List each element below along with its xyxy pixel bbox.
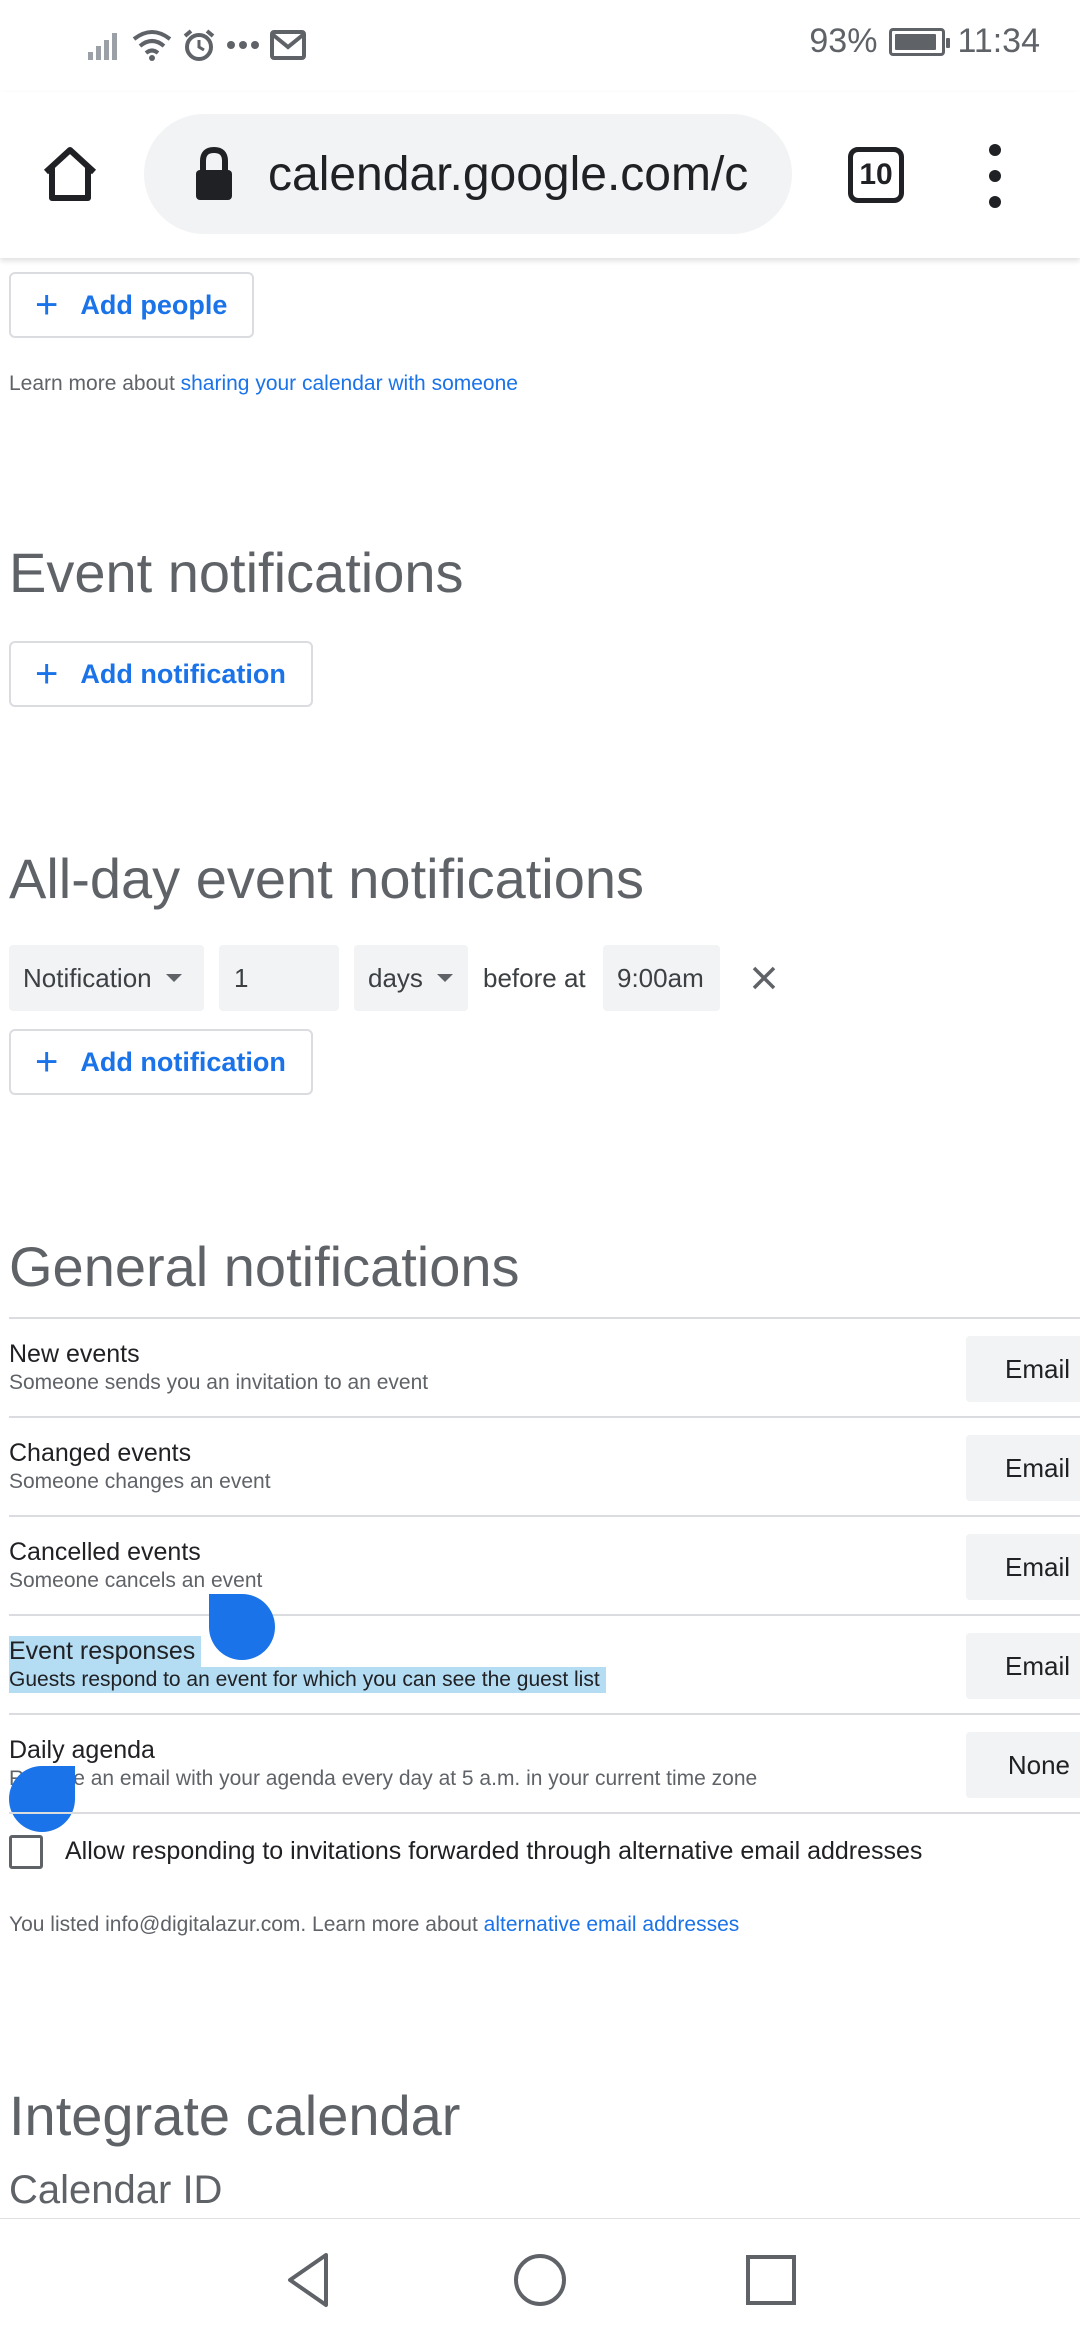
add-people-label: Add people xyxy=(80,289,228,320)
notification-time-input[interactable]: 9:00am xyxy=(603,945,720,1011)
cancelled-events-method-select[interactable]: Email xyxy=(966,1534,1080,1600)
cancelled-events-method-value: Email xyxy=(1004,1551,1070,1582)
event-responses-method-value: Email xyxy=(1004,1650,1070,1681)
divider xyxy=(9,1713,1080,1715)
new-events-method-select[interactable]: Email xyxy=(966,1336,1080,1402)
plus-icon: + xyxy=(35,283,59,327)
alternative-email-info-prefix: You listed info@digitalazur.com. Learn m… xyxy=(9,1913,484,1936)
cancelled-events-subtitle: Someone cancels an event xyxy=(9,1569,263,1592)
selection-handle-end[interactable] xyxy=(9,1766,75,1832)
battery-icon xyxy=(889,27,951,56)
new-events-title: New events xyxy=(9,1340,140,1368)
home-icon[interactable] xyxy=(38,142,102,206)
plus-icon: + xyxy=(35,652,59,696)
divider xyxy=(9,1317,1080,1319)
wifi-icon xyxy=(132,30,172,61)
alarm-icon xyxy=(183,29,215,61)
clock: 11:34 xyxy=(957,22,1040,60)
notification-type-value: Notification xyxy=(23,962,152,993)
chevron-down-icon xyxy=(436,974,453,982)
event-responses-subtitle: Guests respond to an event for which you… xyxy=(9,1667,606,1693)
add-notification-label: Add notification xyxy=(80,658,286,689)
new-events-subtitle: Someone sends you an invitation to an ev… xyxy=(9,1371,429,1394)
notification-unit-value: days xyxy=(368,962,423,993)
browser-toolbar: calendar.google.com/c 10 xyxy=(0,92,1080,258)
integrate-calendar-title: Integrate calendar xyxy=(9,2084,461,2147)
back-icon[interactable] xyxy=(278,2249,340,2311)
changed-events-title: Changed events xyxy=(9,1439,192,1467)
menu-dot xyxy=(989,144,1001,156)
notification-time-value: 9:00am xyxy=(617,962,704,993)
tab-count: 10 xyxy=(859,158,893,191)
event-responses-title: Event responses xyxy=(9,1636,202,1667)
general-notifications-title: General notifications xyxy=(9,1235,520,1298)
overflow-menu-icon[interactable] xyxy=(985,144,1005,208)
selected-text: Guests respond to an event for which you… xyxy=(9,1667,606,1693)
daily-agenda-subtitle: Receive an email with your agenda every … xyxy=(9,1767,758,1790)
notification-amount-value: 1 xyxy=(234,962,249,993)
menu-dot xyxy=(989,170,1001,182)
before-at-label: before at xyxy=(483,963,586,993)
lock-icon xyxy=(196,146,232,200)
status-right: 93% 11:34 xyxy=(809,22,1040,61)
plus-icon: + xyxy=(35,1040,59,1084)
home-nav-icon[interactable] xyxy=(509,2249,571,2311)
chevron-down-icon xyxy=(165,974,182,982)
changed-events-method-value: Email xyxy=(1004,1452,1070,1483)
url-text: calendar.google.com/c xyxy=(268,147,749,201)
daily-agenda-method-select[interactable]: None xyxy=(966,1732,1080,1798)
notification-amount-input[interactable]: 1 xyxy=(219,945,339,1011)
event-notifications-title: Event notifications xyxy=(9,541,464,604)
battery-level xyxy=(895,33,937,50)
system-navigation-bar xyxy=(0,2218,1080,2340)
add-event-notification-button[interactable]: + Add notification xyxy=(9,641,313,707)
close-icon[interactable] xyxy=(751,965,777,991)
event-responses-method-select[interactable]: Email xyxy=(966,1633,1080,1699)
signal-icon xyxy=(88,33,117,60)
alternative-email-checkbox-label: Allow responding to invitations forwarde… xyxy=(65,1837,923,1865)
tab-switcher-icon[interactable]: 10 xyxy=(848,147,904,203)
more-notifications-icon xyxy=(227,41,259,49)
alternative-email-info: You listed info@digitalazur.com. Learn m… xyxy=(9,1913,739,1937)
settings-content: + Add people Learn more about sharing yo… xyxy=(0,258,1080,2218)
status-icons xyxy=(88,28,306,62)
sharing-help-prefix: Learn more about xyxy=(9,372,181,395)
changed-events-subtitle: Someone changes an event xyxy=(9,1470,271,1493)
address-bar[interactable]: calendar.google.com/c xyxy=(144,114,792,234)
mail-icon xyxy=(270,30,306,60)
alternative-email-checkbox[interactable] xyxy=(9,1835,43,1869)
notification-type-select[interactable]: Notification xyxy=(9,945,204,1011)
selected-text: Event responses xyxy=(9,1636,202,1667)
sharing-help-text: Learn more about sharing your calendar w… xyxy=(9,372,518,396)
changed-events-method-select[interactable]: Email xyxy=(966,1435,1080,1501)
divider xyxy=(9,1416,1080,1418)
calendar-id-label: Calendar ID xyxy=(9,2168,223,2212)
new-events-method-value: Email xyxy=(1004,1353,1070,1384)
add-people-button[interactable]: + Add people xyxy=(9,272,254,338)
daily-agenda-title: Daily agenda xyxy=(9,1736,155,1764)
cancelled-events-title: Cancelled events xyxy=(9,1538,201,1566)
add-allday-notification-button[interactable]: + Add notification xyxy=(9,1029,313,1095)
add-notification-label: Add notification xyxy=(80,1046,286,1077)
divider xyxy=(9,1515,1080,1517)
selection-handle-start[interactable] xyxy=(209,1594,275,1660)
battery-percent: 93% xyxy=(809,22,878,60)
recents-icon[interactable] xyxy=(740,2249,802,2311)
notification-unit-select[interactable]: days xyxy=(354,945,468,1011)
divider xyxy=(9,1812,1080,1814)
daily-agenda-method-value: None xyxy=(1007,1749,1070,1780)
status-bar: 93% 11:34 xyxy=(0,0,1080,92)
alternative-email-link[interactable]: alternative email addresses xyxy=(484,1913,740,1936)
divider xyxy=(9,1614,1080,1616)
sharing-help-link[interactable]: sharing your calendar with someone xyxy=(181,372,518,395)
allday-notifications-title: All-day event notifications xyxy=(9,847,645,910)
menu-dot xyxy=(989,196,1001,208)
